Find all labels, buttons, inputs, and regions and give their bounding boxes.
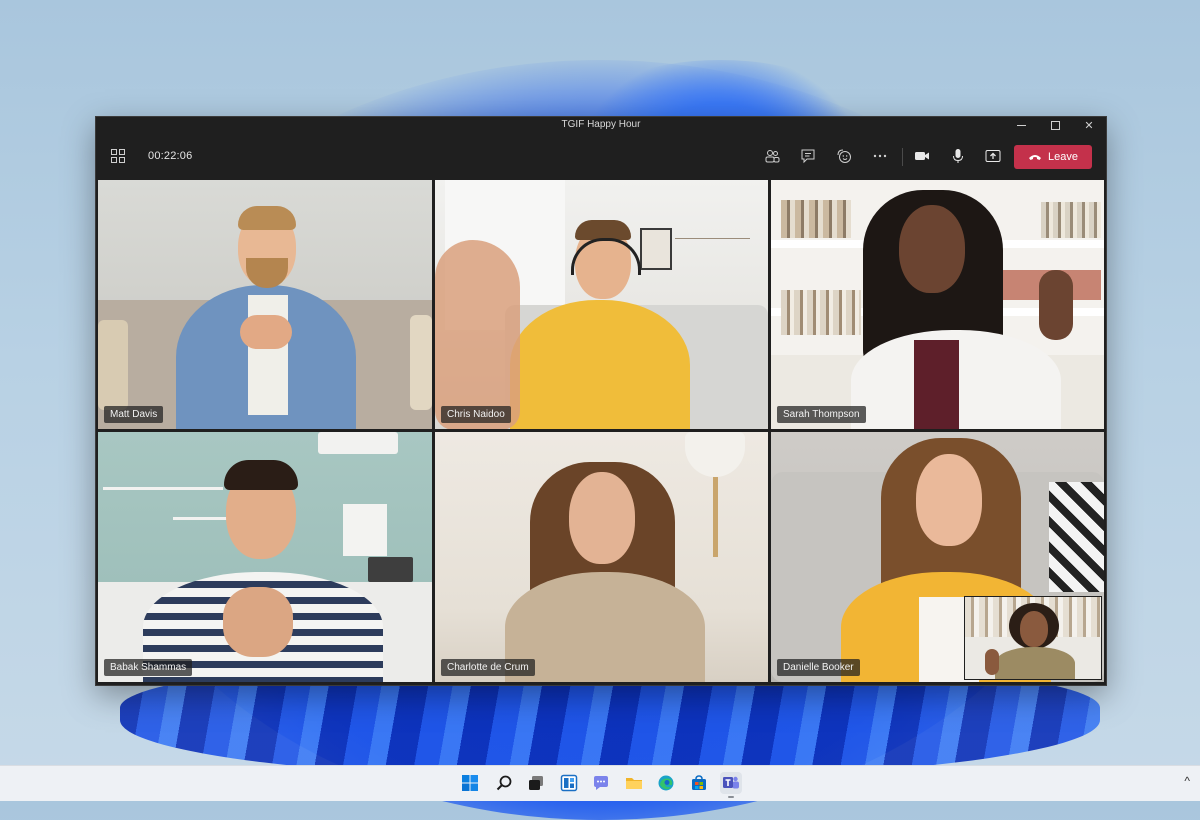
raised-hand [1039,270,1073,340]
person-head [1020,611,1048,647]
air-conditioner [318,432,398,454]
close-button[interactable]: ✕ [1072,117,1106,134]
edge-browser-icon [658,775,674,791]
patterned-pillow [1049,482,1104,592]
participant-name: Charlotte de Crum [441,659,535,676]
video-tile[interactable]: Babak Shammas [98,432,432,682]
leave-button[interactable]: Leave [1014,145,1092,169]
shelf [103,487,223,490]
hair [575,220,631,240]
more-options-button[interactable] [868,144,892,168]
meeting-toolbar: 00:22:06 Leave [96,134,1106,178]
window-title: TGIF Happy Hour [561,119,641,130]
video-tile[interactable]: Sarah Thompson [771,180,1104,429]
widgets-button[interactable] [558,772,580,794]
edge-browser-button[interactable] [655,772,677,794]
person-head [899,205,965,293]
books [781,290,861,335]
waving-hand [435,240,520,429]
phone-hangup-icon [1029,155,1041,160]
share-screen-button[interactable] [981,144,1005,168]
participant-name: Babak Shammas [104,659,193,676]
participant-name: Sarah Thompson [777,406,866,423]
task-view-button[interactable] [525,772,547,794]
books [781,200,851,238]
reactions-button[interactable] [832,144,856,168]
chat-icon [801,149,815,164]
file-explorer-icon [626,778,642,789]
reactions-icon [837,149,851,163]
camera-button[interactable] [910,144,934,168]
task-view-icon [529,776,543,790]
clasped-hands [223,587,293,657]
books [1041,202,1101,238]
participant-name: Matt Davis [104,406,164,423]
microsoft-store-icon [692,775,706,790]
lamp-shade [685,432,745,477]
participant-name: Danielle Booker [777,659,860,676]
participants-icon [765,150,780,163]
view-layout-icon [111,149,125,163]
view-layout-button[interactable] [106,144,130,168]
teams-meeting-window: TGIF Happy Hour ✕ 00:22:06 Leave Matt Da… [95,116,1107,686]
wall-frame [640,228,672,270]
teams-app-icon [723,776,739,789]
microphone-icon [953,149,963,163]
share-screen-icon [985,150,1001,162]
minimize-icon [1016,125,1026,126]
video-tile[interactable]: Danielle Booker [771,432,1104,682]
leave-label: Leave [1048,151,1078,163]
top [914,340,959,429]
cushion [410,315,432,410]
person-body [995,647,1075,679]
more-options-icon [873,154,887,158]
person-body [510,300,690,429]
minimize-button[interactable] [1004,117,1038,134]
participants-button[interactable] [760,144,784,168]
self-view-preview[interactable] [964,596,1102,680]
waving-hand [985,649,999,675]
camera-icon [915,152,929,160]
microphone-button[interactable] [946,144,970,168]
call-timer: 00:22:06 [148,150,193,162]
file-explorer-button[interactable] [623,772,645,794]
windows-start-icon [462,775,478,791]
hair [238,206,296,230]
wall-poster [343,504,387,556]
wall-decor [675,238,750,239]
person-head [916,454,982,546]
lamp-stand [713,477,718,557]
video-tile[interactable]: Matt Davis [98,180,432,429]
windows-taskbar: ^ [0,765,1200,801]
chat-button[interactable] [796,144,820,168]
participant-name: Chris Naidoo [441,406,511,423]
teams-chat-icon [594,776,608,790]
shirt [248,295,288,415]
person-body [505,572,705,682]
running-indicator [728,796,734,798]
video-grid: Matt Davis Chris Naidoo Sarah Thompson B… [98,180,1104,683]
search-button[interactable] [493,772,515,794]
search-icon [496,775,512,791]
widgets-icon [560,774,578,792]
microsoft-store-button[interactable] [688,772,710,794]
hair [224,460,298,490]
video-tile[interactable]: Charlotte de Crum [435,432,768,682]
cushion [98,320,128,410]
title-bar: TGIF Happy Hour ✕ [96,117,1106,134]
maximize-button[interactable] [1038,117,1072,134]
tray-chevron-button[interactable]: ^ [1184,774,1190,788]
shelf [173,517,233,520]
teams-app-button[interactable] [720,772,742,798]
maximize-icon [1050,121,1060,130]
microwave [368,557,413,582]
teams-chat-button[interactable] [590,772,612,794]
toolbar-divider [902,148,903,166]
hands [240,315,292,349]
start-button[interactable] [459,772,481,794]
beard [246,258,288,288]
person-head [569,472,635,564]
video-tile[interactable]: Chris Naidoo [435,180,768,429]
close-icon: ✕ [1084,120,1094,132]
